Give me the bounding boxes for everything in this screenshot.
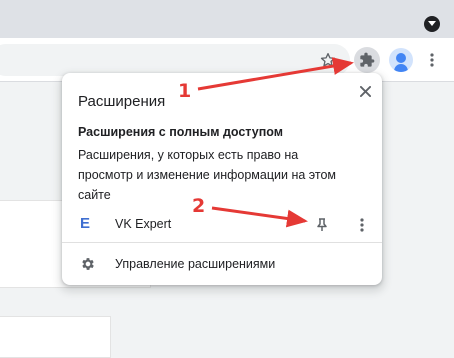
- avatar[interactable]: [389, 48, 413, 72]
- popup-title: Расширения: [78, 93, 166, 110]
- more-vert-icon[interactable]: [354, 215, 370, 235]
- annotation-marker-2: 2: [192, 195, 206, 217]
- tab-search-icon[interactable]: [424, 16, 440, 32]
- star-icon[interactable]: [318, 50, 338, 70]
- section-title: Расширения с полным доступом: [78, 125, 283, 139]
- more-vert-icon[interactable]: [424, 50, 440, 70]
- address-bar[interactable]: [0, 44, 350, 76]
- extension-name[interactable]: VK Expert: [115, 217, 171, 231]
- close-icon[interactable]: [355, 81, 375, 101]
- divider: [62, 242, 382, 243]
- manage-extensions-button[interactable]: Управление расширениями: [62, 253, 382, 277]
- page-card: [0, 316, 111, 358]
- pin-icon[interactable]: [312, 215, 332, 235]
- puzzle-icon[interactable]: [354, 47, 380, 73]
- section-description: Расширения, у которых есть право на прос…: [78, 148, 337, 202]
- extensions-popup: Расширения Расширения с полным доступом …: [62, 73, 382, 285]
- extension-row[interactable]: E VK Expert: [62, 211, 382, 239]
- tab-strip: [0, 0, 454, 38]
- extension-logo: E: [80, 215, 91, 232]
- annotation-marker-1: 1: [178, 80, 192, 102]
- manage-extensions-label: Управление расширениями: [115, 257, 276, 271]
- gear-icon: [82, 258, 94, 270]
